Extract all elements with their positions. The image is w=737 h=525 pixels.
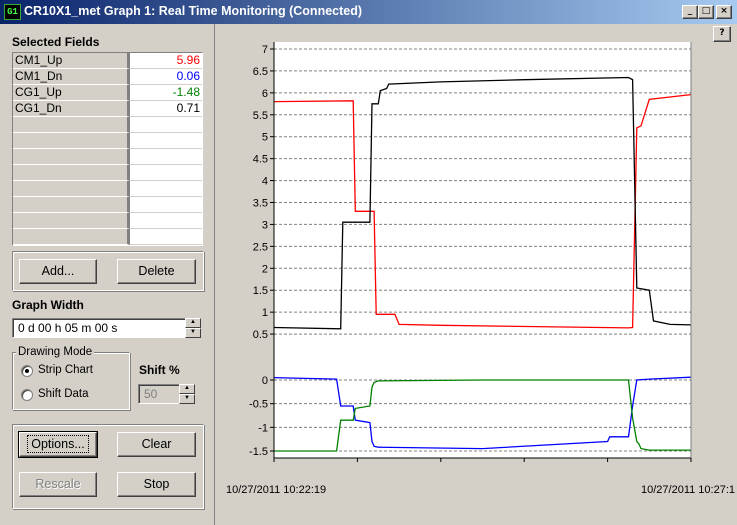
y-tick-label: 0.5 — [253, 329, 268, 341]
y-tick-label: 6 — [262, 88, 268, 100]
y-tick-label: 4.5 — [253, 154, 268, 166]
y-tick-label: 6.5 — [253, 66, 268, 78]
y-tick-label: 5.5 — [253, 110, 268, 122]
x-end-label: 10/27/2011 10:27:1 — [641, 484, 735, 496]
y-tick-label: 3.5 — [253, 198, 268, 210]
plot-background — [274, 42, 691, 458]
y-tick-label: -0.5 — [249, 399, 268, 411]
chart-svg: 7 6.5 6 5.5 5 4.5 4 3.5 3 2.5 2 1.5 1 0.5 0 -0.5 -1 -1.5 1… — [226, 42, 735, 496]
y-tick-label: 2.5 — [253, 241, 268, 253]
y-tick-label: 1 — [262, 307, 268, 319]
y-tick-label: 4 — [262, 176, 268, 188]
y-tick-label: 3 — [262, 219, 268, 231]
y-tick-label: 1.5 — [253, 285, 268, 297]
x-start-label: 10/27/2011 10:22:19 — [226, 484, 326, 496]
y-tick-label: -1.5 — [249, 446, 268, 458]
y-tick-label: -1 — [258, 422, 268, 434]
y-tick-label: 5 — [262, 132, 268, 144]
y-tick-label: 2 — [262, 263, 268, 275]
y-tick-label: 0 — [262, 375, 268, 387]
y-tick-label: 7 — [262, 44, 268, 56]
